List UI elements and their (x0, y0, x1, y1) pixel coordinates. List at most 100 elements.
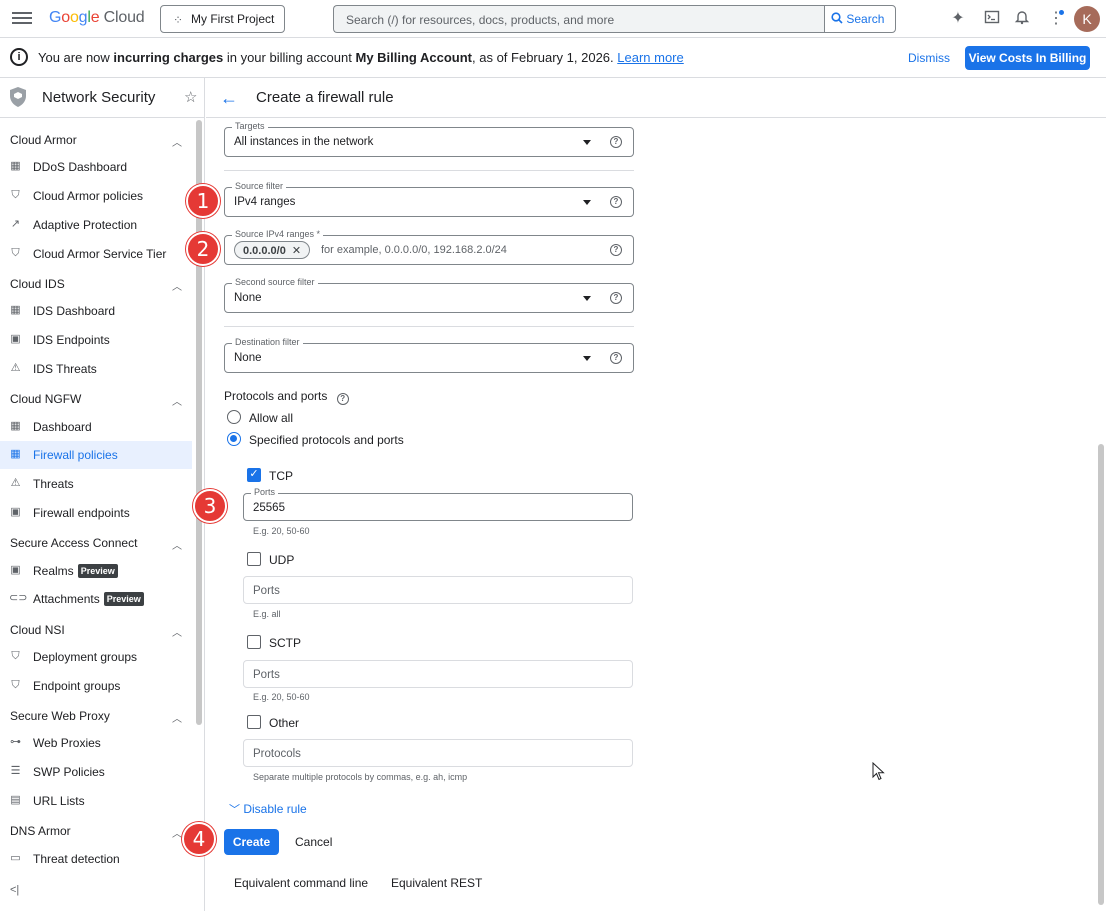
source-ipv4-ranges-input[interactable]: Source IPv4 ranges * 0.0.0.0/0 ✕ for exam… (224, 229, 634, 265)
project-selector[interactable]: ⁘ My First Project (160, 5, 285, 33)
udp-checkbox[interactable] (247, 552, 261, 566)
ip-range-chip[interactable]: 0.0.0.0/0 ✕ (234, 241, 311, 259)
remove-chip-icon[interactable]: ✕ (292, 245, 301, 257)
chevron-up-icon[interactable]: ︿ (172, 134, 182, 149)
main-scrollbar[interactable] (1098, 444, 1104, 905)
chevron-up-icon[interactable]: ︿ (172, 624, 182, 639)
step-marker-2: 2 (186, 232, 220, 266)
sidebar-item-web-proxies[interactable]: ⊶ Web Proxies (0, 729, 192, 757)
google-cloud-logo[interactable]: Google Cloud (49, 9, 145, 27)
sidebar-item-cloud-armor-service-tier[interactable]: ⛉ Cloud Armor Service Tier (0, 240, 192, 268)
other-label[interactable]: Other (269, 716, 299, 730)
destination-filter-select[interactable]: Destination filter None ? (224, 337, 634, 373)
chevron-up-icon[interactable]: ︿ (172, 710, 182, 725)
sidebar-item-firewall-policies[interactable]: ▦ Firewall policies (0, 441, 192, 469)
tcp-ports-input[interactable]: Ports 25565 (243, 487, 633, 521)
back-arrow-icon[interactable]: ← (220, 88, 238, 109)
section-cloud-ids[interactable]: Cloud IDS (10, 277, 65, 291)
tcp-label[interactable]: TCP (269, 469, 293, 483)
disable-rule-toggle[interactable]: ﹀ Disable rule (229, 801, 307, 817)
specified-protocols-radio[interactable] (227, 432, 241, 446)
avatar[interactable]: K (1074, 6, 1100, 32)
sidebar-item-url-lists[interactable]: ▤ URL Lists (0, 787, 192, 815)
notifications-icon[interactable] (1012, 9, 1032, 29)
other-checkbox[interactable] (247, 715, 261, 729)
sctp-checkbox[interactable] (247, 635, 261, 649)
step-marker-1: 1 (186, 184, 220, 218)
equivalent-rest-button[interactable]: Equivalent REST (391, 876, 482, 890)
specified-protocols-label[interactable]: Specified protocols and ports (249, 433, 404, 447)
section-secure-access-connect[interactable]: Secure Access Connect (10, 536, 137, 550)
view-costs-button[interactable]: View Costs In Billing (965, 46, 1090, 70)
learn-more-link[interactable]: Learn more (617, 50, 683, 65)
sidebar-item-threats[interactable]: ⚠ Threats (0, 470, 192, 498)
help-icon[interactable]: ? (610, 352, 622, 364)
sidebar-header: Network Security ☆ (0, 78, 205, 118)
help-icon[interactable]: ? (610, 196, 622, 208)
search-input[interactable]: Search (/) for resources, docs, products… (333, 5, 825, 33)
sidebar-item-dashboard[interactable]: ▦ Dashboard (0, 413, 192, 441)
allow-all-label[interactable]: Allow all (249, 411, 293, 425)
cloud-shell-icon[interactable] (982, 9, 1002, 29)
project-icon: ⁘ (173, 13, 184, 27)
help-icon[interactable]: ? (610, 244, 622, 256)
sidebar-item-ddos-dashboard[interactable]: ▦ DDoS Dashboard (0, 153, 192, 181)
section-cloud-nsi[interactable]: Cloud NSI (10, 623, 65, 637)
udp-label[interactable]: UDP (269, 553, 294, 567)
sctp-label[interactable]: SCTP (269, 636, 301, 650)
chevron-up-icon[interactable]: ︿ (172, 537, 182, 552)
sidebar-item-ids-endpoints[interactable]: ▣ IDS Endpoints (0, 326, 192, 354)
sidebar-item-ids-dashboard[interactable]: ▦ IDS Dashboard (0, 297, 192, 325)
tcp-checkbox[interactable]: ✓ (247, 468, 261, 482)
sidebar-item-endpoint-groups[interactable]: ⛉ Endpoint groups (0, 672, 192, 700)
help-icon[interactable]: ? (610, 292, 622, 304)
sidebar-item-deployment-groups[interactable]: ⛉ Deployment groups (0, 643, 192, 671)
sidebar-item-adaptive-protection[interactable]: ↗ Adaptive Protection (0, 211, 192, 239)
chevron-up-icon[interactable]: ︿ (172, 825, 182, 840)
targets-select[interactable]: Targets All instances in the network ? (224, 121, 634, 157)
sidebar-item-ids-threats[interactable]: ⚠ IDS Threats (0, 355, 192, 383)
section-cloud-ngfw[interactable]: Cloud NGFW (10, 392, 81, 406)
help-icon[interactable]: ? (610, 136, 622, 148)
source-filter-select[interactable]: Source filter IPv4 ranges ? (224, 181, 634, 217)
equivalent-command-line-button[interactable]: Equivalent command line (234, 876, 368, 890)
realm-icon: ▣ (10, 564, 21, 576)
sidebar-item-firewall-endpoints[interactable]: ▣ Firewall endpoints (0, 499, 192, 527)
cancel-button[interactable]: Cancel (295, 835, 332, 849)
attachment-icon: ⊂⊃ (9, 592, 28, 604)
udp-ports-input[interactable]: Ports (243, 576, 633, 604)
dashboard-icon: ▦ (10, 160, 21, 172)
sidebar-item-cloud-armor-policies[interactable]: ⛉ Cloud Armor policies (0, 182, 192, 210)
network-security-shield-icon (10, 87, 26, 107)
top-bar: Google Cloud ⁘ My First Project Search (… (0, 0, 1106, 38)
chevron-up-icon[interactable]: ︿ (172, 393, 182, 408)
section-dns-armor[interactable]: DNS Armor (10, 824, 71, 838)
gemini-icon[interactable]: ✦ (948, 9, 968, 29)
sidebar-item-realms[interactable]: ▣ Realms Preview (0, 557, 192, 585)
dropdown-arrow-icon (583, 356, 591, 361)
chevron-up-icon[interactable]: ︿ (172, 278, 182, 293)
help-icon[interactable]: ? (336, 393, 349, 405)
star-icon[interactable]: ☆ (184, 88, 197, 106)
search-button[interactable]: Search (824, 5, 896, 33)
dashboard-icon: ▦ (10, 304, 21, 316)
create-button[interactable]: Create (224, 829, 279, 855)
menu-icon[interactable] (12, 9, 32, 29)
dismiss-button[interactable]: Dismiss (908, 51, 950, 65)
sctp-hint: E.g. 20, 50-60 (253, 692, 310, 702)
second-source-filter-select[interactable]: Second source filter None ? (224, 277, 634, 313)
notification-dot (1059, 10, 1064, 15)
proxy-icon: ⊶ (10, 736, 21, 748)
sctp-ports-input[interactable]: Ports (243, 660, 633, 688)
dashboard-icon: ▦ (10, 420, 21, 432)
section-cloud-armor[interactable]: Cloud Armor (10, 133, 77, 147)
chevron-down-icon: ﹀ (229, 804, 240, 816)
other-protocols-input[interactable]: Protocols (243, 739, 633, 767)
sidebar-item-threat-detection[interactable]: ▭ Threat detection (0, 845, 192, 873)
collapse-sidebar-icon[interactable]: <| (10, 884, 19, 896)
sidebar-item-attachments[interactable]: ⊂⊃ Attachments Preview (0, 585, 192, 613)
allow-all-radio[interactable] (227, 410, 241, 424)
sidebar-item-swp-policies[interactable]: ☰ SWP Policies (0, 758, 192, 786)
section-secure-web-proxy[interactable]: Secure Web Proxy (10, 709, 110, 723)
list-icon: ☰ (10, 765, 21, 777)
